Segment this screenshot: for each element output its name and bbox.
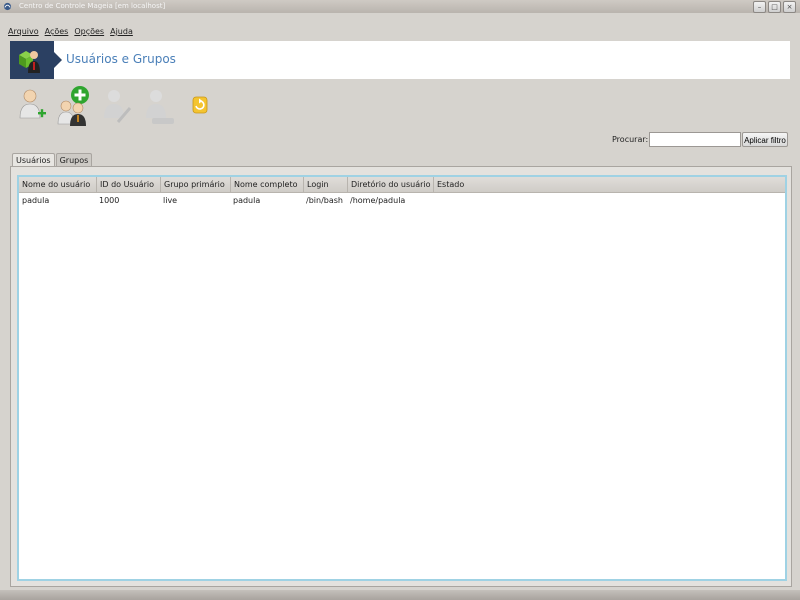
search-input[interactable] [649, 132, 741, 147]
apply-filter-button[interactable]: Aplicar filtro [742, 132, 788, 147]
column-header-primary-group[interactable]: Grupo primário [160, 177, 231, 192]
menu-acoes[interactable]: Ações [45, 27, 69, 39]
add-user-icon [19, 89, 46, 119]
window-title: Centro de Controle Mageia [em localhost] [19, 2, 166, 10]
cell-login-shell: /bin/bash [306, 196, 343, 205]
table-row[interactable]: padula 1000 live padula /bin/bash /home/… [19, 194, 785, 208]
window-bottom-edge [0, 590, 800, 600]
minimize-button[interactable]: – [753, 1, 766, 13]
cell-home-dir: /home/padula [350, 196, 406, 205]
menu-arquivo[interactable]: Arquivo [8, 27, 39, 39]
edit-button[interactable] [98, 84, 134, 128]
search-label: Procurar: [612, 135, 649, 144]
column-header-home-dir[interactable]: Diretório do usuário [347, 177, 434, 192]
title-bar: Centro de Controle Mageia [em localhost]… [0, 0, 800, 13]
delete-button[interactable] [140, 84, 176, 128]
column-header-login[interactable]: Login [303, 177, 348, 192]
add-user-button[interactable] [14, 84, 50, 128]
tab-usuarios[interactable]: Usuários [12, 153, 55, 167]
page-title: Usuários e Grupos [66, 52, 176, 66]
menu-bar: Arquivo Ações Opções Ajuda [8, 27, 133, 39]
users-tab-panel: Nome do usuário ID do Usuário Grupo prim… [10, 166, 792, 587]
mageia-app-icon [3, 2, 12, 11]
table-header: Nome do usuário ID do Usuário Grupo prim… [19, 177, 785, 193]
tab-bar: Usuários Grupos [12, 153, 93, 167]
users-table[interactable]: Nome do usuário ID do Usuário Grupo prim… [17, 175, 787, 581]
tab-grupos[interactable]: Grupos [55, 153, 93, 167]
cell-user-id: 1000 [99, 196, 120, 205]
maximize-button[interactable]: □ [768, 1, 781, 13]
refresh-icon [192, 96, 208, 114]
column-header-user-id[interactable]: ID do Usuário [96, 177, 161, 192]
add-group-icon [57, 86, 89, 126]
user-figure-icon [19, 51, 40, 73]
menu-ajuda[interactable]: Ajuda [110, 27, 133, 39]
column-header-status[interactable]: Estado [433, 177, 497, 192]
cell-full-name: padula [233, 196, 261, 205]
cell-username: padula [22, 196, 50, 205]
menu-opcoes[interactable]: Opções [74, 27, 104, 39]
column-header-username[interactable]: Nome do usuário [19, 177, 96, 192]
column-header-full-name[interactable]: Nome completo [230, 177, 304, 192]
edit-icon [104, 90, 132, 123]
refresh-button[interactable] [184, 84, 220, 128]
delete-icon [146, 90, 174, 124]
header-banner: Usuários e Grupos [10, 41, 790, 79]
close-button[interactable]: × [783, 1, 796, 13]
cell-primary-group: live [163, 196, 178, 205]
window-controls: – □ × [753, 1, 796, 13]
users-logo-icon [10, 41, 62, 79]
add-group-button[interactable] [56, 84, 92, 128]
